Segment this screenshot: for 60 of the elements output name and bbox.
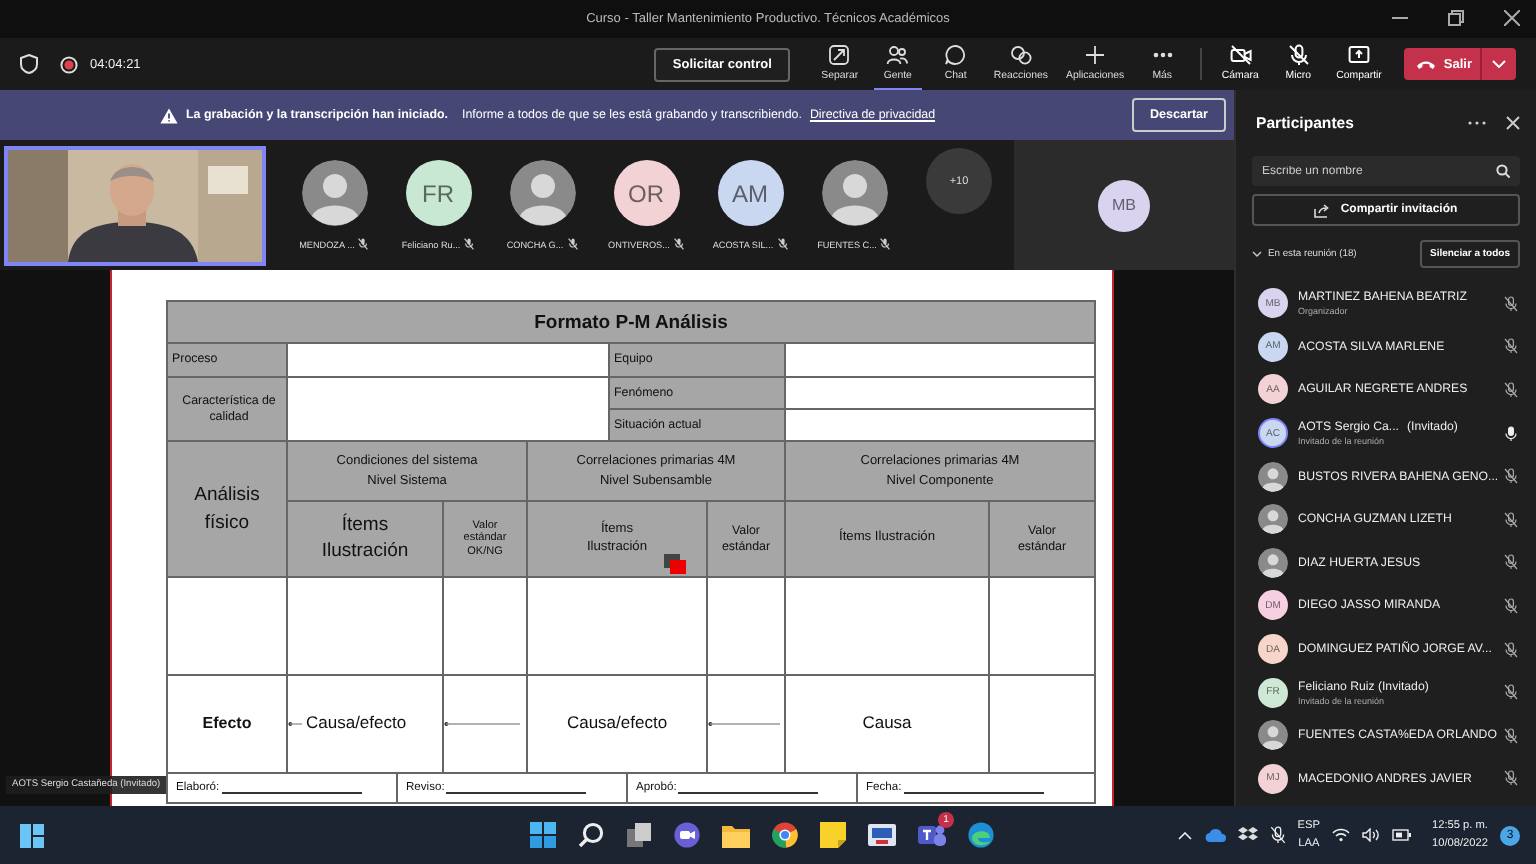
arrow-line: [444, 720, 520, 728]
video-chat-icon[interactable]: [674, 822, 700, 848]
toolbar-icon: [944, 43, 967, 65]
chain-label: Causa/efecto: [566, 714, 668, 734]
fill-in-line: [678, 792, 819, 794]
chain-label: Causa/efecto: [306, 714, 407, 734]
avatar: FR: [405, 160, 471, 226]
maximize-icon[interactable]: [1448, 10, 1464, 26]
more-icon[interactable]: [1468, 120, 1486, 126]
app-icon[interactable]: [868, 822, 896, 848]
camera-icon: [1229, 43, 1252, 65]
fill-in-line: [446, 792, 587, 794]
avatar-icon: [301, 160, 367, 226]
table-cell: [990, 578, 1094, 674]
mic-off-icon[interactable]: [1269, 826, 1286, 844]
battery-icon[interactable]: [1392, 828, 1412, 842]
avatar-icon: [821, 160, 887, 226]
windows-icon[interactable]: [530, 822, 556, 848]
share-icon: [1348, 43, 1371, 65]
search-icon: [1496, 164, 1510, 178]
caret-icon: [1252, 250, 1262, 258]
toolbar-icon: [828, 43, 851, 65]
toolbar-icon: [886, 43, 909, 65]
warning-icon: [160, 107, 178, 123]
arrow-line: [708, 720, 780, 728]
microphone-icon: [1287, 43, 1310, 65]
box-icon[interactable]: [1237, 826, 1258, 844]
browser-icon[interactable]: [772, 822, 798, 848]
table-cell: [168, 578, 286, 674]
search-icon[interactable]: [578, 822, 604, 848]
sticky-note-icon[interactable]: [820, 822, 846, 848]
toolbar-icon: [1009, 43, 1032, 65]
form-title: Formato P-M Análisis: [168, 302, 1094, 342]
avatar: MB: [1098, 179, 1150, 231]
chain-label: Causa: [862, 714, 912, 734]
close-icon[interactable]: [1504, 10, 1520, 26]
folder-icon[interactable]: [722, 823, 750, 847]
toolbar-icon: [1084, 43, 1107, 65]
close-icon[interactable]: [1506, 116, 1520, 130]
table-header: Ítems Ilustración: [288, 502, 442, 576]
task-view-icon[interactable]: [626, 822, 652, 848]
effect-label: Efecto: [168, 676, 286, 772]
fill-in-line: [903, 792, 1044, 794]
cloud-icon[interactable]: [1203, 828, 1226, 842]
share-icon: [1314, 203, 1331, 217]
teams-icon[interactable]: [918, 822, 946, 848]
avatar: OR: [613, 160, 679, 226]
start-icon[interactable]: [20, 823, 44, 847]
arrow-line: [288, 720, 302, 728]
laser-pointer-icon: [664, 554, 686, 574]
speaker-icon[interactable]: [1362, 828, 1380, 842]
fill-in-line: [221, 792, 362, 794]
wifi-icon[interactable]: [1332, 828, 1350, 842]
shield-icon[interactable]: [20, 54, 38, 74]
table-header: Análisis físico: [168, 442, 286, 576]
avatar-icon: [509, 160, 575, 226]
phone-icon: [1415, 58, 1436, 70]
chevron-up-icon[interactable]: [1177, 831, 1192, 839]
avatar: AM: [717, 160, 783, 226]
edge-icon[interactable]: [968, 822, 994, 848]
